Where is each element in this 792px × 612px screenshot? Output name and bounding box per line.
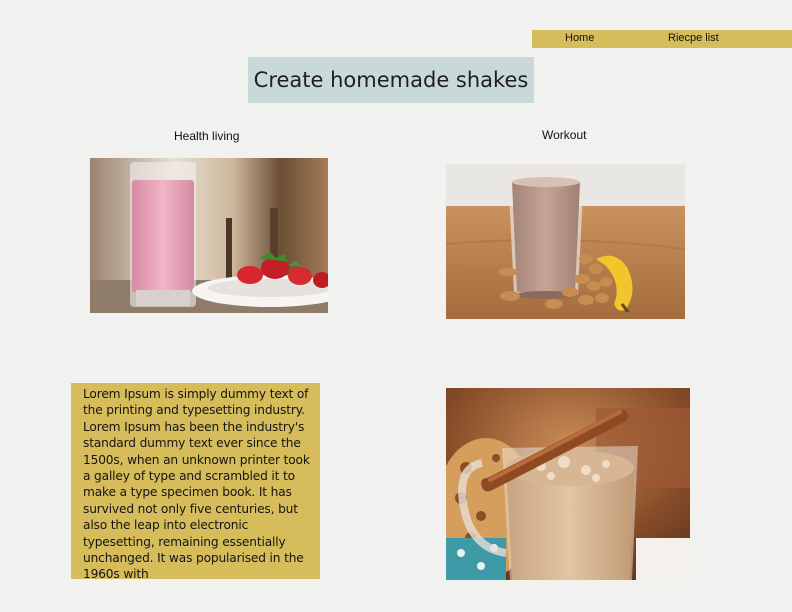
page-title: Create homemade shakes xyxy=(253,68,529,92)
description-paragraph: Lorem Ipsum is simply dummy text of the … xyxy=(83,387,310,579)
title-banner: Create homemade shakes xyxy=(248,57,534,103)
health-living-label: Health living xyxy=(174,129,240,143)
nav-home-link[interactable]: Home xyxy=(565,32,594,44)
cinnamon-shake-image xyxy=(446,388,690,580)
workout-label: Workout xyxy=(542,128,587,142)
top-nav-bar: Home Riecpe list xyxy=(532,30,792,48)
strawberry-shake-image xyxy=(90,158,328,313)
nav-recipe-list-link[interactable]: Riecpe list xyxy=(668,32,719,44)
description-text-box: Lorem Ipsum is simply dummy text of the … xyxy=(71,383,320,579)
chocolate-shake-image xyxy=(446,164,685,319)
